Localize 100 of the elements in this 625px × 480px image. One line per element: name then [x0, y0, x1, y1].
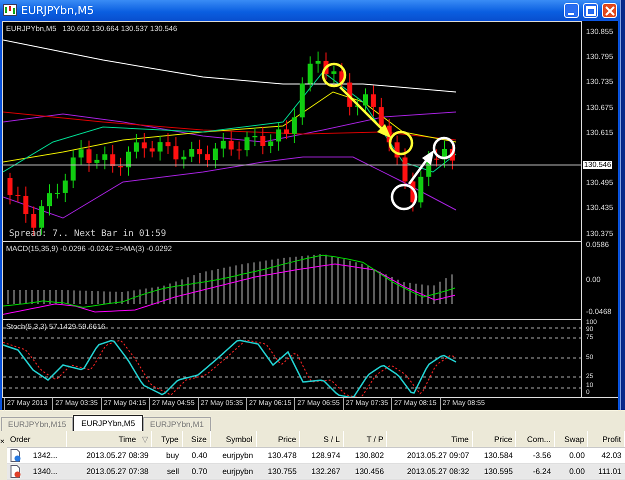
candlestick	[62, 173, 68, 203]
candlestick	[212, 142, 218, 169]
chart-tab[interactable]: EURJPYbn,M5	[73, 415, 144, 431]
candlestick	[324, 52, 328, 80]
close-glyph[interactable]: ×	[0, 431, 7, 480]
window-title: EURJPYbn,M5	[21, 4, 94, 16]
candlestick	[252, 126, 258, 147]
candlestick	[410, 172, 416, 212]
candlestick	[126, 146, 131, 176]
candlestick	[86, 140, 92, 172]
candlestick	[189, 141, 194, 163]
table-cell: 130.456	[343, 464, 387, 480]
minimize-button[interactable]	[564, 2, 579, 18]
sort-indicator: ▽	[142, 434, 148, 444]
maximize-icon	[586, 6, 596, 16]
chart-window-icon	[3, 4, 17, 16]
highlight-circle	[432, 136, 456, 160]
candlestick	[292, 108, 297, 144]
table-cell: 130.755	[256, 464, 300, 480]
candlestick	[78, 140, 84, 166]
candlestick	[220, 132, 226, 158]
column-header[interactable]: Profit	[588, 431, 624, 448]
candlestick	[260, 126, 266, 155]
candlestick	[308, 56, 313, 92]
minimize-icon	[568, 12, 574, 14]
candlestick	[370, 85, 376, 117]
maximize-button[interactable]	[583, 2, 598, 18]
highlight-circle	[322, 62, 346, 88]
candlestick	[450, 143, 455, 170]
candlestick	[442, 140, 447, 168]
candlestick	[363, 88, 368, 113]
candlestick	[418, 170, 424, 208]
candlestick	[284, 120, 289, 140]
candlestick	[268, 134, 274, 154]
candlestick	[102, 146, 108, 170]
candlestick	[150, 140, 155, 158]
candlestick	[276, 122, 282, 152]
candlestick	[94, 154, 100, 170]
column-header[interactable]: Swap	[554, 431, 588, 448]
candlestick	[118, 157, 124, 176]
candlestick	[158, 135, 163, 162]
column-header[interactable]: Com...	[516, 431, 554, 448]
candlestick	[300, 76, 305, 126]
column-header[interactable]: Price	[256, 431, 300, 448]
candlestick	[347, 72, 352, 116]
candlestick	[166, 132, 170, 155]
candlestick	[15, 186, 20, 203]
table-cell: -6.24	[516, 464, 554, 480]
table-cell: 130.595	[472, 464, 516, 480]
table-cell: 2013.05.27 07:38	[66, 464, 152, 480]
candlestick	[205, 145, 210, 168]
candlestick	[54, 183, 60, 199]
table-cell: 111.01	[588, 464, 624, 480]
table-cell: 132.267	[300, 464, 344, 480]
candlestick	[173, 136, 178, 168]
table-cell-text: 1340...	[32, 467, 58, 476]
candlestick	[110, 144, 116, 174]
table-cell: 0.70	[182, 464, 210, 480]
order-document-icon	[10, 449, 21, 462]
candlestick	[316, 51, 321, 74]
column-header[interactable]: Symbol	[210, 431, 256, 448]
candlestick	[47, 184, 52, 216]
column-header[interactable]: T / P	[343, 431, 387, 448]
candlestick	[134, 133, 139, 159]
chart-tab[interactable]: EURJPYbn,M15	[1, 417, 74, 431]
candlestick	[70, 150, 76, 189]
column-header[interactable]: Price	[472, 431, 516, 448]
candlestick	[339, 62, 344, 90]
column-header[interactable]: Time	[386, 431, 472, 448]
table-cell: eurjpybn	[210, 464, 256, 480]
column-header[interactable]: S / L	[300, 431, 344, 448]
column-header[interactable]: Type	[152, 431, 182, 448]
candlestick	[394, 135, 400, 166]
spread-info: Spread: 7.. Next Bar in 01:59	[9, 229, 166, 239]
candlestick	[142, 132, 147, 158]
table-cell: 2013.05.27 08:32	[386, 464, 472, 480]
candlestick	[402, 148, 408, 190]
order-document-icon	[10, 465, 21, 478]
column-header[interactable]: Size	[182, 431, 210, 448]
highlight-circle	[388, 130, 414, 156]
table-cell: sell	[152, 464, 182, 480]
table-cell: 0.00	[554, 464, 588, 480]
table-cell-text: 1342...	[32, 451, 58, 460]
candlestick	[355, 97, 360, 116]
close-button[interactable]	[602, 2, 617, 18]
column-header[interactable]: Order	[7, 431, 66, 448]
arrow	[408, 150, 434, 185]
column-header[interactable]: Time	[118, 434, 136, 444]
close-icon	[605, 6, 615, 16]
candlestick	[23, 186, 28, 224]
candlestick	[434, 148, 440, 167]
candlestick	[244, 131, 250, 157]
candlestick	[181, 150, 186, 169]
candlestick	[331, 65, 336, 84]
chart-tab[interactable]: EURJPYbn,M1	[143, 417, 211, 431]
candlestick	[236, 141, 242, 160]
candlestick	[8, 172, 12, 205]
arrow	[339, 86, 391, 138]
candlestick	[228, 130, 234, 156]
highlight-circle	[390, 184, 418, 210]
